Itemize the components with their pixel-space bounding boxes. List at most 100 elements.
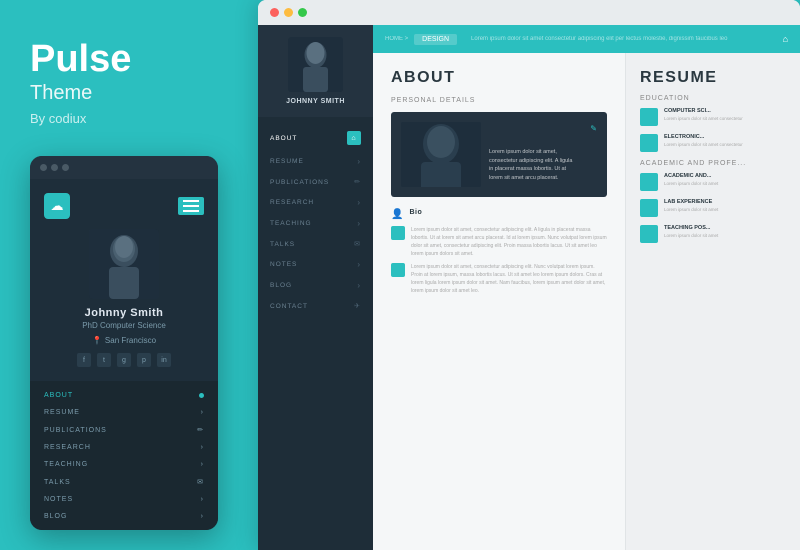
desktop-content: JOHNNY SMITH ABOUT ⌂ RESUME › PUBLICATIO… [258,25,800,550]
chrome-dot-green [298,8,307,17]
mail-icon: ✉ [354,240,361,248]
resume-item-text-2: Lorem ipsum dolor sit amet consectetur [664,142,786,149]
edit-icon: ✏ [354,178,361,186]
nav-arrow: › [357,281,361,290]
mobile-nav-teaching[interactable]: TEACHING › [30,456,218,473]
desktop-resume-section: RESUME EDUCATION COMPUTER SCI... Lorem i… [625,53,800,550]
mobile-dot-2 [51,164,58,171]
nav-arrow: › [201,496,204,503]
nav-arrow: › [357,157,361,166]
active-indicator [199,393,204,398]
mobile-dot-3 [62,164,69,171]
mobile-location: 📍 San Francisco [92,336,156,345]
resume-item-3: ACADEMIC AND... Lorem ipsum dolor sit am… [640,173,786,191]
desktop-nav-research[interactable]: RESEARCH › [258,192,373,213]
nav-arrow: › [357,219,361,228]
desktop-sidebar-profile: JOHNNY SMITH [258,25,373,117]
nav-arrow: › [201,513,204,520]
desktop-about-title: ABOUT [391,69,607,87]
desktop-nav-contact[interactable]: CONTACT ✈ [258,296,373,316]
mobile-avatar [89,229,159,299]
mobile-dot-group [40,164,69,171]
nav-arrow: › [357,198,361,207]
resume-item-content-3: ACADEMIC AND... Lorem ipsum dolor sit am… [664,173,786,191]
mobile-social-links: f t g p in [77,353,171,367]
cloud-icon: ☁ [44,193,70,219]
mobile-mockup: ☁ Johnny Smith PhD Computer Scienc [30,156,218,530]
desktop-nav-teaching[interactable]: TEACHING › [258,213,373,234]
desktop-bio-row-2: Lorem ipsum dolor sit amet, consectetur … [391,263,607,295]
mobile-profile-title: PhD Computer Science [82,321,166,330]
resume-item-text-4: Lorem ipsum dolor sit amet [664,207,786,214]
chrome-dot-red [270,8,279,17]
breadcrumb-home: HOME > [385,36,408,42]
mobile-nav-research[interactable]: RESEARCH › [30,439,218,456]
mobile-nav-publications[interactable]: PUBLICATIONS ✏ [30,421,218,439]
resume-item-title-2: ELECTRONIC... [664,134,786,140]
home-nav-icon[interactable]: ⌂ [783,34,788,44]
hamburger-button[interactable] [178,197,204,215]
desktop-nav-resume[interactable]: RESUME › [258,151,373,172]
resume-item-content-4: LAB EXPERIENCE Lorem ipsum dolor sit ame… [664,199,786,217]
resume-item-content-1: COMPUTER SCI... Lorem ipsum dolor sit am… [664,108,786,126]
desktop-page-content: ABOUT PERSONAL DETAILS [373,53,800,550]
resume-item-content-5: TEACHING POS... Lorem ipsum dolor sit am… [664,225,786,243]
google-plus-icon[interactable]: g [117,353,131,367]
skill-icon-1 [391,226,405,240]
mobile-dot-1 [40,164,47,171]
resume-item-content-2: ELECTRONIC... Lorem ipsum dolor sit amet… [664,134,786,152]
desktop-profile-card-text: Lorem ipsum dolor sit amet, consectetur … [489,148,573,183]
nav-arrow: › [357,260,361,269]
mobile-nav-talks[interactable]: TALKS ✉ [30,473,218,491]
pinterest-icon[interactable]: p [137,353,151,367]
mobile-nav-about[interactable]: ABOUT [30,387,218,404]
edit-profile-icon[interactable]: ✎ [590,124,597,133]
desktop-nav-publications[interactable]: PUBLICATIONS ✏ [258,172,373,192]
nav-arrow: › [201,444,204,451]
desktop-nav-talks[interactable]: TALKS ✉ [258,234,373,254]
resume-title: RESUME [640,69,786,87]
desktop-bio-text-1: Lorem ipsum dolor sit amet, consectetur … [411,226,607,258]
location-icon: 📍 [92,336,102,345]
desktop-nav: ABOUT ⌂ RESUME › PUBLICATIONS ✏ RESEARCH… [258,117,373,550]
breadcrumb: HOME > DESIGN Lorem ipsum dolor sit amet… [385,34,727,45]
mobile-nav-blog[interactable]: BLOG › [30,508,218,525]
resume-item-title-4: LAB EXPERIENCE [664,199,786,205]
desktop-avatar [288,37,343,92]
desktop-about-section: ABOUT PERSONAL DETAILS [373,53,625,550]
desktop-nav-about[interactable]: ABOUT ⌂ [258,125,373,151]
facebook-icon[interactable]: f [77,353,91,367]
resume-item-text-5: Lorem ipsum dolor sit amet [664,233,786,240]
nav-arrow: › [201,409,204,416]
brand-by: By codiux [30,111,218,126]
linkedin-icon[interactable]: in [157,353,171,367]
twitter-icon[interactable]: t [97,353,111,367]
resume-icon-4 [640,199,658,217]
resume-item-text-1: Lorem ipsum dolor sit amet consectetur [664,116,786,123]
desktop-nav-notes[interactable]: NOTES › [258,254,373,275]
desktop-mockup: JOHNNY SMITH ABOUT ⌂ RESUME › PUBLICATIO… [258,0,800,550]
desktop-bio-title: Bio [409,209,422,216]
resume-icon-2 [640,134,658,152]
mobile-nav-contact[interactable]: CONTACT ✈ [30,525,218,530]
mobile-nav-notes[interactable]: NOTES › [30,491,218,508]
person-icon: 👤 [391,209,403,220]
mobile-nav-resume[interactable]: RESUME › [30,404,218,421]
mobile-profile-name: Johnny Smith [85,307,164,319]
resume-icon-1 [640,108,658,126]
left-panel: Pulse Theme By codiux ☁ [0,0,248,550]
resume-icon-5 [640,225,658,243]
desktop-top-bar: HOME > DESIGN Lorem ipsum dolor sit amet… [373,25,800,53]
brand-title: Pulse [30,40,218,78]
plane-icon: ✈ [354,302,361,310]
mobile-nav: ABOUT RESUME › PUBLICATIONS ✏ RESEARCH ›… [30,381,218,530]
desktop-bio-row-1: Lorem ipsum dolor sit amet, consectetur … [391,226,607,258]
skill-icon-2 [391,263,405,277]
nav-arrow: › [201,461,204,468]
resume-item-5: TEACHING POS... Lorem ipsum dolor sit am… [640,225,786,243]
resume-item-title-1: COMPUTER SCI... [664,108,786,114]
breadcrumb-active: DESIGN [414,34,457,45]
home-icon: ⌂ [347,131,361,145]
desktop-nav-blog[interactable]: BLOG › [258,275,373,296]
desktop-sidebar: JOHNNY SMITH ABOUT ⌂ RESUME › PUBLICATIO… [258,25,373,550]
